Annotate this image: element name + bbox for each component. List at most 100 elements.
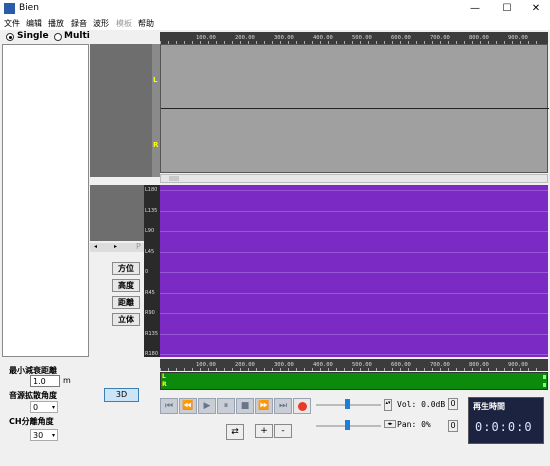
scroll-right-icon[interactable]: ▸: [114, 243, 117, 250]
menu-template[interactable]: 模板: [116, 18, 132, 29]
menu-help[interactable]: 帮助: [138, 18, 154, 29]
ruler-tick: [272, 368, 273, 371]
pause-button[interactable]: ⏸: [217, 398, 235, 414]
ruler-tick: [424, 368, 425, 371]
ruler-tick: [376, 368, 377, 371]
angle-scale-label: L90: [145, 228, 155, 234]
file-list[interactable]: [2, 44, 89, 357]
menu-play[interactable]: 播放: [48, 18, 64, 29]
bottom-time-ruler: 100.00 200.00 300.00 400.00 500.00 600.00 700.…: [160, 359, 548, 371]
ruler-tick: [488, 368, 489, 371]
single-mode-label: Single: [17, 31, 49, 41]
spread-angle-select[interactable]: 0 ▾: [30, 401, 58, 413]
play-button[interactable]: ▶: [198, 398, 216, 414]
ruler-label: 900.00: [508, 35, 528, 41]
record-button[interactable]: [293, 398, 311, 414]
chevron-down-icon: ▾: [51, 404, 55, 411]
ruler-tick: [392, 368, 393, 371]
playback-time-title: 再生時間: [473, 402, 505, 411]
pan-slider-thumb[interactable]: [345, 420, 350, 430]
rewind-button[interactable]: ⏪: [179, 398, 197, 414]
loop-button[interactable]: ⇄: [226, 424, 244, 440]
ruler-tick: [504, 368, 505, 371]
maximize-button[interactable]: ☐: [492, 0, 522, 17]
spectrum-gridline: [160, 210, 548, 212]
fast-forward-button[interactable]: ⏩: [255, 398, 273, 414]
close-button[interactable]: ✕: [521, 0, 550, 17]
menu-edit[interactable]: 编辑: [26, 18, 42, 29]
ruler-tick: [176, 368, 177, 371]
app-icon: [4, 3, 15, 14]
skip-end-button[interactable]: ⏭: [274, 398, 292, 414]
spectrum-gridline: [160, 354, 548, 355]
angle-scale-label: R45: [145, 289, 155, 296]
three-d-button[interactable]: 3D: [104, 388, 139, 402]
ruler-tick: [320, 368, 321, 371]
ruler-tick: [480, 368, 481, 371]
horizontal-scrollbar[interactable]: [160, 174, 548, 183]
ruler-tick: [256, 368, 257, 371]
scroll-thumb[interactable]: [169, 176, 179, 181]
ruler-tick: [496, 368, 497, 371]
top-time-ruler: 100.00 200.00 300.00 400.00 500.00 600.00 700.…: [160, 32, 548, 44]
stop-button[interactable]: ■: [236, 398, 254, 414]
waveform-overview-panel: [90, 44, 152, 177]
minimize-button[interactable]: —: [460, 0, 490, 17]
ruler-tick: [168, 368, 169, 371]
height-button[interactable]: 高度: [112, 279, 140, 292]
window-title: Bien: [19, 3, 39, 13]
menu-file[interactable]: 文件: [4, 18, 20, 29]
ruler-tick: [224, 368, 225, 371]
left-channel-label: L: [153, 76, 158, 84]
min-attenuation-input[interactable]: 1.0: [30, 375, 60, 387]
min-attenuation-unit: m: [63, 376, 71, 385]
ch-separation-value: 30: [33, 431, 44, 440]
ruler-tick: [288, 368, 289, 371]
ruler-label: 300.00: [274, 362, 294, 368]
ruler-label: 400.00: [313, 35, 333, 41]
menu-waveform[interactable]: 波形: [93, 18, 109, 29]
volume-slider-thumb[interactable]: [345, 399, 350, 409]
ruler-label: 300.00: [274, 35, 294, 41]
meter-peak-right: [543, 383, 546, 387]
volume-spinner[interactable]: ▴▾: [384, 399, 392, 411]
meter-peak-left: [543, 375, 546, 379]
skip-start-button[interactable]: ⏮: [160, 398, 178, 414]
ruler-tick: [536, 368, 537, 371]
spectrum-view[interactable]: [160, 185, 548, 357]
ruler-tick: [360, 368, 361, 371]
meter-left-label: L: [162, 373, 166, 380]
ruler-tick: [432, 368, 433, 371]
menu-record[interactable]: 録音: [71, 18, 87, 29]
ruler-tick: [248, 368, 249, 371]
plus-button[interactable]: +: [255, 424, 273, 438]
spread-angle-value: 0: [33, 403, 39, 412]
spectrum-gridline: [160, 313, 548, 314]
ruler-tick: [400, 368, 401, 371]
volume-value-box[interactable]: 0: [448, 398, 458, 410]
ruler-label: 200.00: [235, 362, 255, 368]
ruler-tick: [184, 368, 185, 371]
minus-button[interactable]: -: [274, 424, 292, 438]
pan-value-box[interactable]: 0: [448, 420, 458, 432]
ruler-tick: [312, 368, 313, 371]
mini-scrollbar[interactable]: ◂ ▸ P: [90, 242, 152, 252]
multi-mode-radio[interactable]: Multi: [52, 31, 102, 43]
stereo-button[interactable]: 立体: [112, 313, 140, 326]
ruler-tick: [448, 368, 449, 371]
pan-spinner[interactable]: ◂▸: [384, 420, 396, 428]
azimuth-button[interactable]: 方位: [112, 262, 140, 275]
angle-scale: L180 L135 L90 L45 0 R45 R90 R135 R180: [144, 185, 160, 357]
scroll-left-icon[interactable]: ◂: [94, 243, 97, 250]
playback-time-display: 再生時間 0:0:0:0: [468, 397, 544, 444]
p-label: P: [136, 242, 141, 251]
distance-button[interactable]: 距離: [112, 296, 140, 309]
ruler-tick: [416, 368, 417, 371]
waveform-view[interactable]: [160, 44, 549, 173]
ruler-tick: [200, 368, 201, 371]
angle-scale-label: L180: [145, 187, 158, 193]
ruler-tick: [192, 368, 193, 371]
ch-separation-select[interactable]: 30 ▾: [30, 429, 58, 441]
ruler-label: 100.00: [196, 362, 216, 368]
spectrum-gridline: [160, 231, 548, 232]
